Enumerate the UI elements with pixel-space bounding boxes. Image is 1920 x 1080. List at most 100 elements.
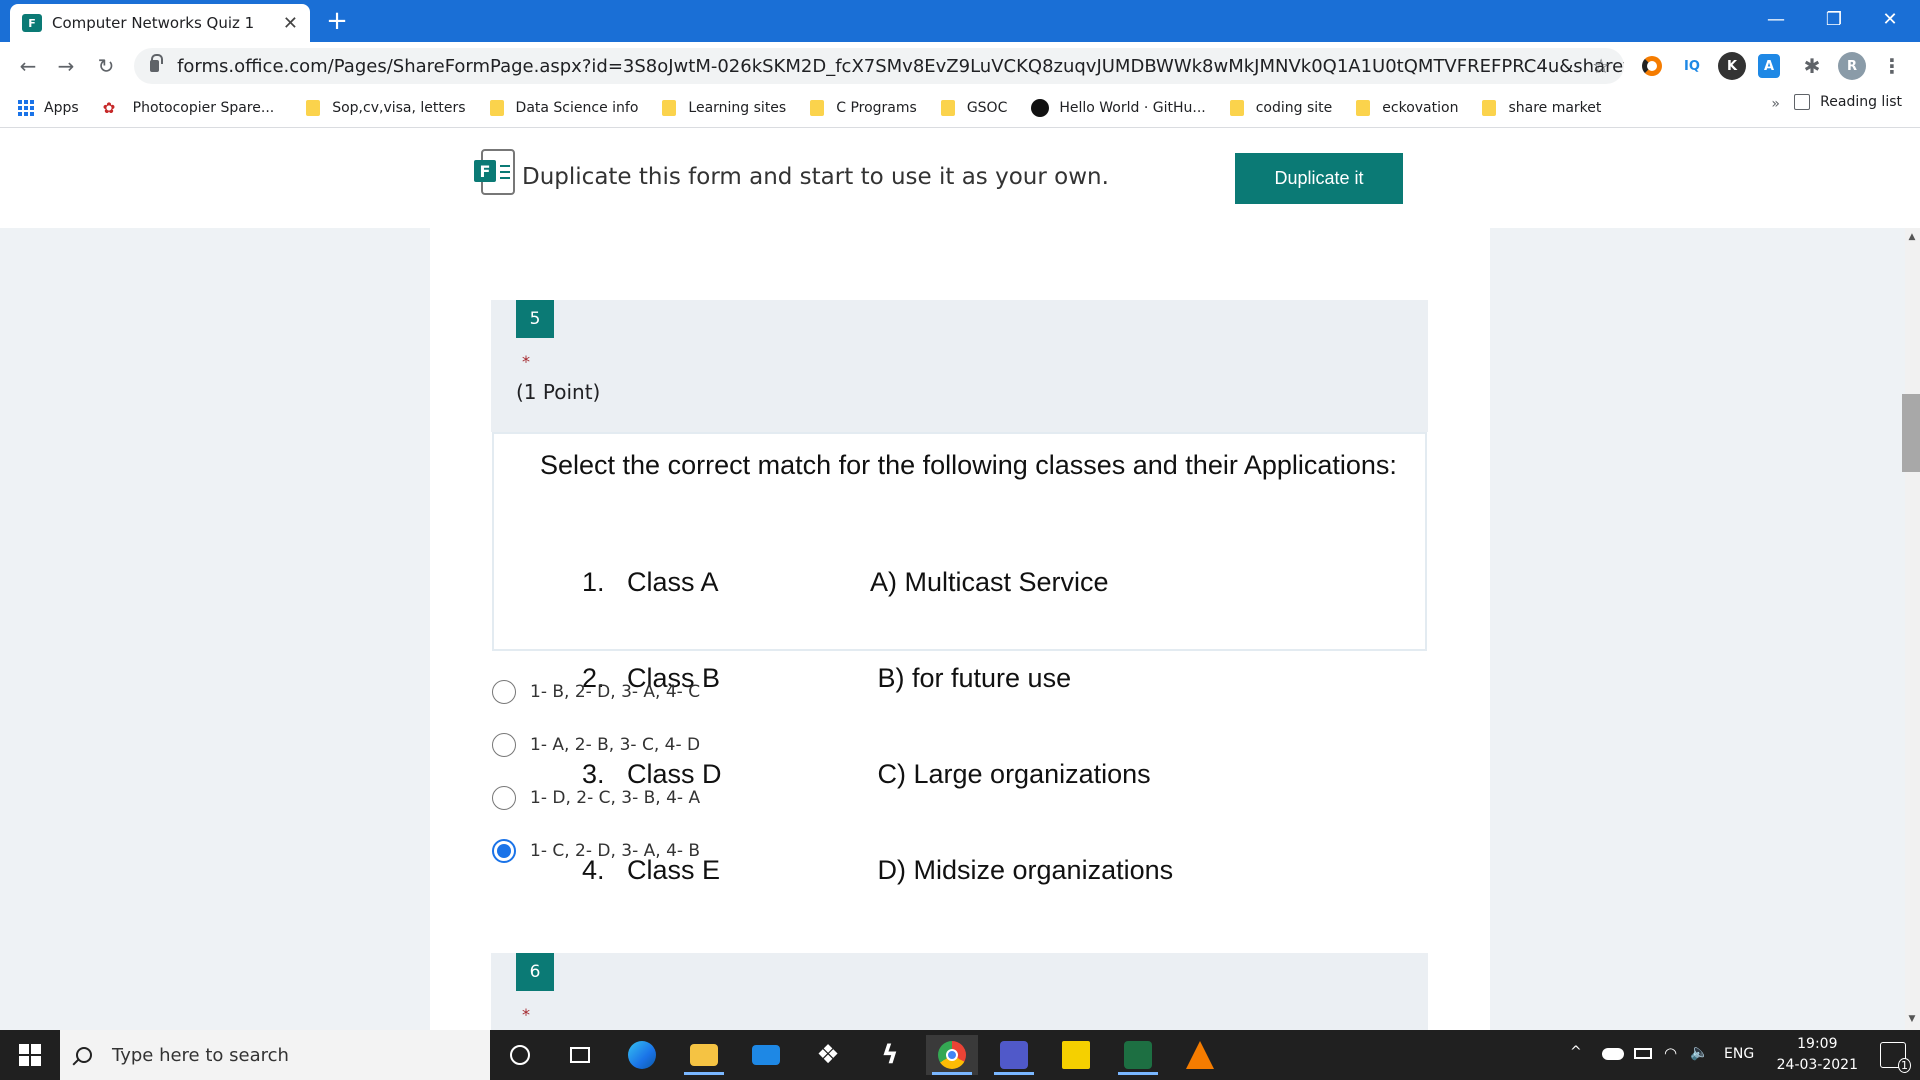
folder-icon (489, 99, 504, 116)
browser-menu-icon[interactable]: ⋮ (1878, 52, 1906, 80)
folder-icon (1356, 99, 1371, 116)
question-header (491, 300, 1428, 432)
bookmark-label: Data Science info (515, 99, 639, 116)
language-indicator[interactable]: ENG (1724, 1046, 1754, 1062)
clock-time: 19:09 (1797, 1036, 1838, 1052)
sticky-notes-icon[interactable] (1050, 1035, 1102, 1075)
profile-avatar[interactable]: R (1838, 52, 1866, 80)
search-icon (76, 1047, 92, 1063)
bookmark-star-icon[interactable]: ☆ (1592, 54, 1610, 78)
sublime-icon[interactable]: ϟ (864, 1035, 916, 1075)
show-hidden-icons-icon[interactable]: ^ (1570, 1044, 1582, 1060)
radio-button[interactable] (492, 786, 516, 810)
match-right-item: C) Large organizations (870, 759, 1151, 789)
page-scrollbar[interactable] (1905, 228, 1920, 1030)
system-clock[interactable]: 19:09 24-03-2021 (1777, 1034, 1858, 1076)
extensions-puzzle-icon[interactable]: ✱ (1798, 52, 1826, 80)
restore-window-button[interactable]: ❐ (1806, 0, 1862, 38)
bookmark-apps[interactable]: Apps (18, 99, 79, 116)
wifi-icon[interactable]: ◠ (1664, 1044, 1677, 1062)
new-tab-button[interactable]: + (320, 6, 354, 36)
bookmark-folder-c-programs[interactable]: C Programs (810, 99, 917, 116)
bookmark-label: C Programs (836, 99, 917, 116)
extension-k-icon[interactable]: K (1718, 52, 1746, 80)
bookmark-folder-learning-sites[interactable]: Learning sites (662, 99, 786, 116)
bookmarks-overflow-button[interactable]: » (1771, 96, 1780, 112)
excel-icon[interactable] (1112, 1035, 1164, 1075)
answer-option[interactable]: 1- B, 2- D, 3- A, 4- C (492, 680, 700, 704)
bookmark-folder-coding-site[interactable]: coding site (1229, 99, 1332, 116)
chrome-icon[interactable] (926, 1035, 978, 1075)
extension-iq-icon[interactable]: IQ (1678, 52, 1706, 80)
clock-date: 24-03-2021 (1776, 1057, 1858, 1073)
required-asterisk: * (522, 1005, 530, 1024)
task-view-icon[interactable] (554, 1035, 606, 1075)
start-button[interactable] (0, 1030, 60, 1080)
reading-list-icon (1794, 94, 1811, 110)
bookmark-folder-share-market[interactable]: share market (1482, 99, 1601, 116)
reload-button[interactable]: ↻ (90, 50, 122, 82)
answer-option[interactable]: 1- D, 2- C, 3- B, 4- A (492, 786, 700, 810)
close-tab-icon[interactable]: ✕ (283, 13, 298, 34)
answer-option-label: 1- A, 2- B, 3- C, 4- D (530, 735, 701, 755)
scroll-up-arrow-icon[interactable]: ▲ (1906, 232, 1918, 242)
notification-center-button[interactable]: 1 (1880, 1042, 1911, 1073)
onedrive-icon[interactable] (1602, 1048, 1624, 1060)
bookmark-label: GSOC (966, 99, 1008, 116)
file-explorer-icon[interactable] (678, 1035, 730, 1075)
volume-icon[interactable]: 🔈 (1690, 1043, 1709, 1061)
bookmark-folder-eckovation[interactable]: eckovation (1356, 99, 1459, 116)
back-button[interactable]: ← (12, 50, 44, 82)
bookmark-photocopier[interactable]: ✿ Photocopier Spare... (103, 99, 275, 117)
folder-icon (306, 99, 321, 116)
forward-button[interactable]: → (50, 50, 82, 82)
bookmark-folder-data-science[interactable]: Data Science info (489, 99, 639, 116)
edge-browser-icon[interactable] (616, 1035, 668, 1075)
vlc-icon[interactable] (1174, 1035, 1226, 1075)
answer-option-selected[interactable]: 1- C, 2- D, 3- A, 4- B (492, 839, 700, 863)
scrollbar-thumb[interactable] (1902, 394, 1920, 472)
browser-tab[interactable]: F Computer Networks Quiz 1 ✕ (10, 4, 310, 42)
microsoft-forms-icon: F (474, 149, 515, 195)
dropbox-icon[interactable]: ❖ (802, 1035, 854, 1075)
minimize-window-button[interactable]: — (1748, 0, 1804, 38)
bookmark-folder-sop[interactable]: Sop,cv,visa, letters (306, 99, 466, 116)
folder-icon (1482, 99, 1497, 116)
bookmark-label: eckovation (1382, 99, 1459, 116)
answer-option-label: 1- C, 2- D, 3- A, 4- B (530, 841, 701, 861)
taskbar-search-placeholder: Type here to search (112, 1044, 289, 1066)
question-number-badge: 5 (516, 300, 554, 338)
cortana-icon[interactable] (494, 1035, 546, 1075)
radio-button[interactable] (492, 680, 516, 704)
close-window-button[interactable]: ✕ (1862, 0, 1918, 38)
teams-icon[interactable] (988, 1035, 1040, 1075)
apps-grid-icon (18, 99, 34, 116)
battery-icon[interactable] (1634, 1048, 1652, 1059)
match-right-item: D) Midsize organizations (870, 855, 1174, 885)
address-bar[interactable]: forms.office.com/Pages/ShareFormPage.asp… (134, 48, 1624, 84)
forms-favicon-icon: F (22, 14, 42, 32)
extension-translate-icon[interactable]: A (1758, 54, 1780, 78)
photocopier-icon: ✿ (102, 98, 116, 117)
folder-icon (1229, 99, 1244, 116)
duplicate-it-button[interactable]: Duplicate it (1235, 153, 1403, 204)
radio-button-selected[interactable] (492, 839, 516, 863)
reading-list-button[interactable]: Reading list (1794, 94, 1902, 110)
tab-title: Computer Networks Quiz 1 (52, 14, 255, 32)
folder-icon (810, 99, 825, 116)
bookmark-github[interactable]: Hello World · GitHu... (1031, 98, 1206, 117)
extension-o-icon[interactable] (1638, 52, 1666, 80)
scroll-down-arrow-icon[interactable]: ▼ (1906, 1014, 1918, 1024)
answer-option[interactable]: 1- A, 2- B, 3- C, 4- D (492, 733, 700, 757)
bookmarks-bar: Apps ✿ Photocopier Spare... Sop,cv,visa,… (0, 88, 1920, 128)
bookmark-folder-gsoc[interactable]: GSOC (940, 99, 1008, 116)
radio-button[interactable] (492, 733, 516, 757)
mail-icon[interactable] (740, 1035, 792, 1075)
folder-icon (662, 99, 677, 116)
bookmark-label: Sop,cv,visa, letters (332, 99, 466, 116)
match-right-item: B) for future use (870, 663, 1072, 693)
match-left-item: 1. Class A (582, 567, 719, 597)
windows-logo-icon (19, 1044, 41, 1066)
svg-text:F: F (480, 162, 491, 181)
taskbar-search-box[interactable]: Type here to search (60, 1030, 490, 1080)
